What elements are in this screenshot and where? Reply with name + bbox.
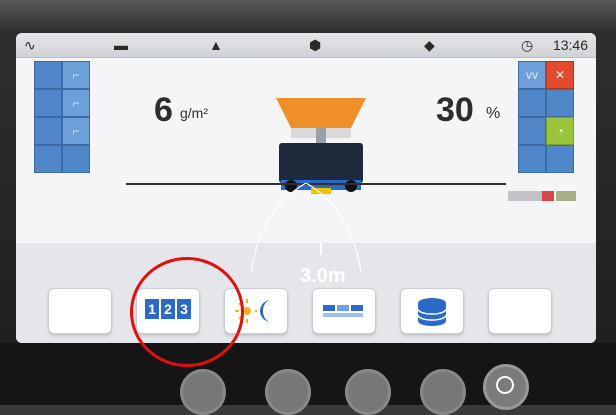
ramp-up-indicator: ⌐ (62, 61, 90, 89)
status-bar: ∿ ▬ ▲ ⬢ ◆ ◷ 13:46 (16, 33, 596, 58)
indicator-cell (62, 145, 90, 173)
spread-rate-value: 6 (154, 91, 173, 129)
ramp-mid-indicator: ⌐ (62, 89, 90, 117)
level-bar-empty (508, 191, 542, 201)
level-bars (508, 191, 578, 201)
indicator-cell (34, 117, 62, 145)
database-softkey[interactable] (400, 288, 464, 334)
indicator-cell (518, 145, 546, 173)
blank-softkey-2[interactable] (488, 288, 552, 334)
softkey-row: 1 2 3 (48, 288, 588, 336)
width-softkey[interactable] (312, 288, 376, 334)
indicator-cell (518, 89, 546, 117)
screen: ∿ ▬ ▲ ⬢ ◆ ◷ 13:46 ⌐ ⌐ ⌐ vv ✕ ◔ 6 g/m² 30… (16, 33, 596, 343)
left-indicator-grid: ⌐ ⌐ ⌐ (34, 61, 94, 181)
hardware-button-4[interactable] (420, 369, 466, 415)
road-icon: ▬ (114, 37, 128, 53)
power-button[interactable] (483, 364, 529, 410)
ramp-icon: ⌐ (72, 96, 80, 110)
hardware-button-3[interactable] (345, 369, 391, 415)
vv-icon: vv (526, 68, 538, 82)
indicator-cell (34, 145, 62, 173)
dot-icon: ⬢ (309, 37, 322, 53)
bridge-icon: ▲ (209, 37, 223, 53)
indicator-cell (34, 89, 62, 117)
highlight-circle (130, 257, 244, 367)
indicator-cell (546, 145, 574, 173)
truck-body (279, 143, 363, 183)
clock-time: 13:46 (552, 37, 588, 53)
vv-indicator: vv (518, 61, 546, 89)
level-bar-red (542, 191, 554, 201)
spread-width-icon (321, 297, 367, 330)
indicator-cell (518, 117, 546, 145)
heating-icon: ∿ (24, 37, 36, 53)
hardware-button-2[interactable] (265, 369, 311, 415)
spread-rate-unit: g/m² (180, 105, 208, 121)
right-indicator-grid: vv ✕ ◔ (518, 61, 578, 181)
spread-pattern (251, 183, 361, 273)
hopper-shape (276, 98, 366, 128)
satellite-icon: ✕ (554, 68, 566, 82)
ramp-down-indicator: ⌐ (62, 117, 90, 145)
level-bar-green (556, 191, 576, 201)
wifi-icon: ◔ (556, 124, 564, 138)
clock-icon: ◷ (521, 37, 534, 53)
database-icon (409, 297, 455, 332)
satellite-indicator: ✕ (546, 61, 574, 89)
spread-distance: 3.0m (300, 265, 346, 287)
wifi-indicator: ◔ (546, 117, 574, 145)
distance-tick (320, 243, 322, 255)
hardware-button-1[interactable] (180, 369, 226, 415)
ramp-icon: ⌐ (72, 124, 80, 138)
power-icon (496, 376, 514, 394)
blank-softkey-1[interactable] (48, 288, 112, 334)
indicator-cell (34, 61, 62, 89)
brine-percent-value: 30 (436, 91, 474, 129)
ramp-icon: ⌐ (72, 68, 80, 82)
drop-icon: ◆ (424, 37, 435, 53)
brine-percent-unit: % (486, 105, 501, 122)
indicator-cell (546, 89, 574, 117)
